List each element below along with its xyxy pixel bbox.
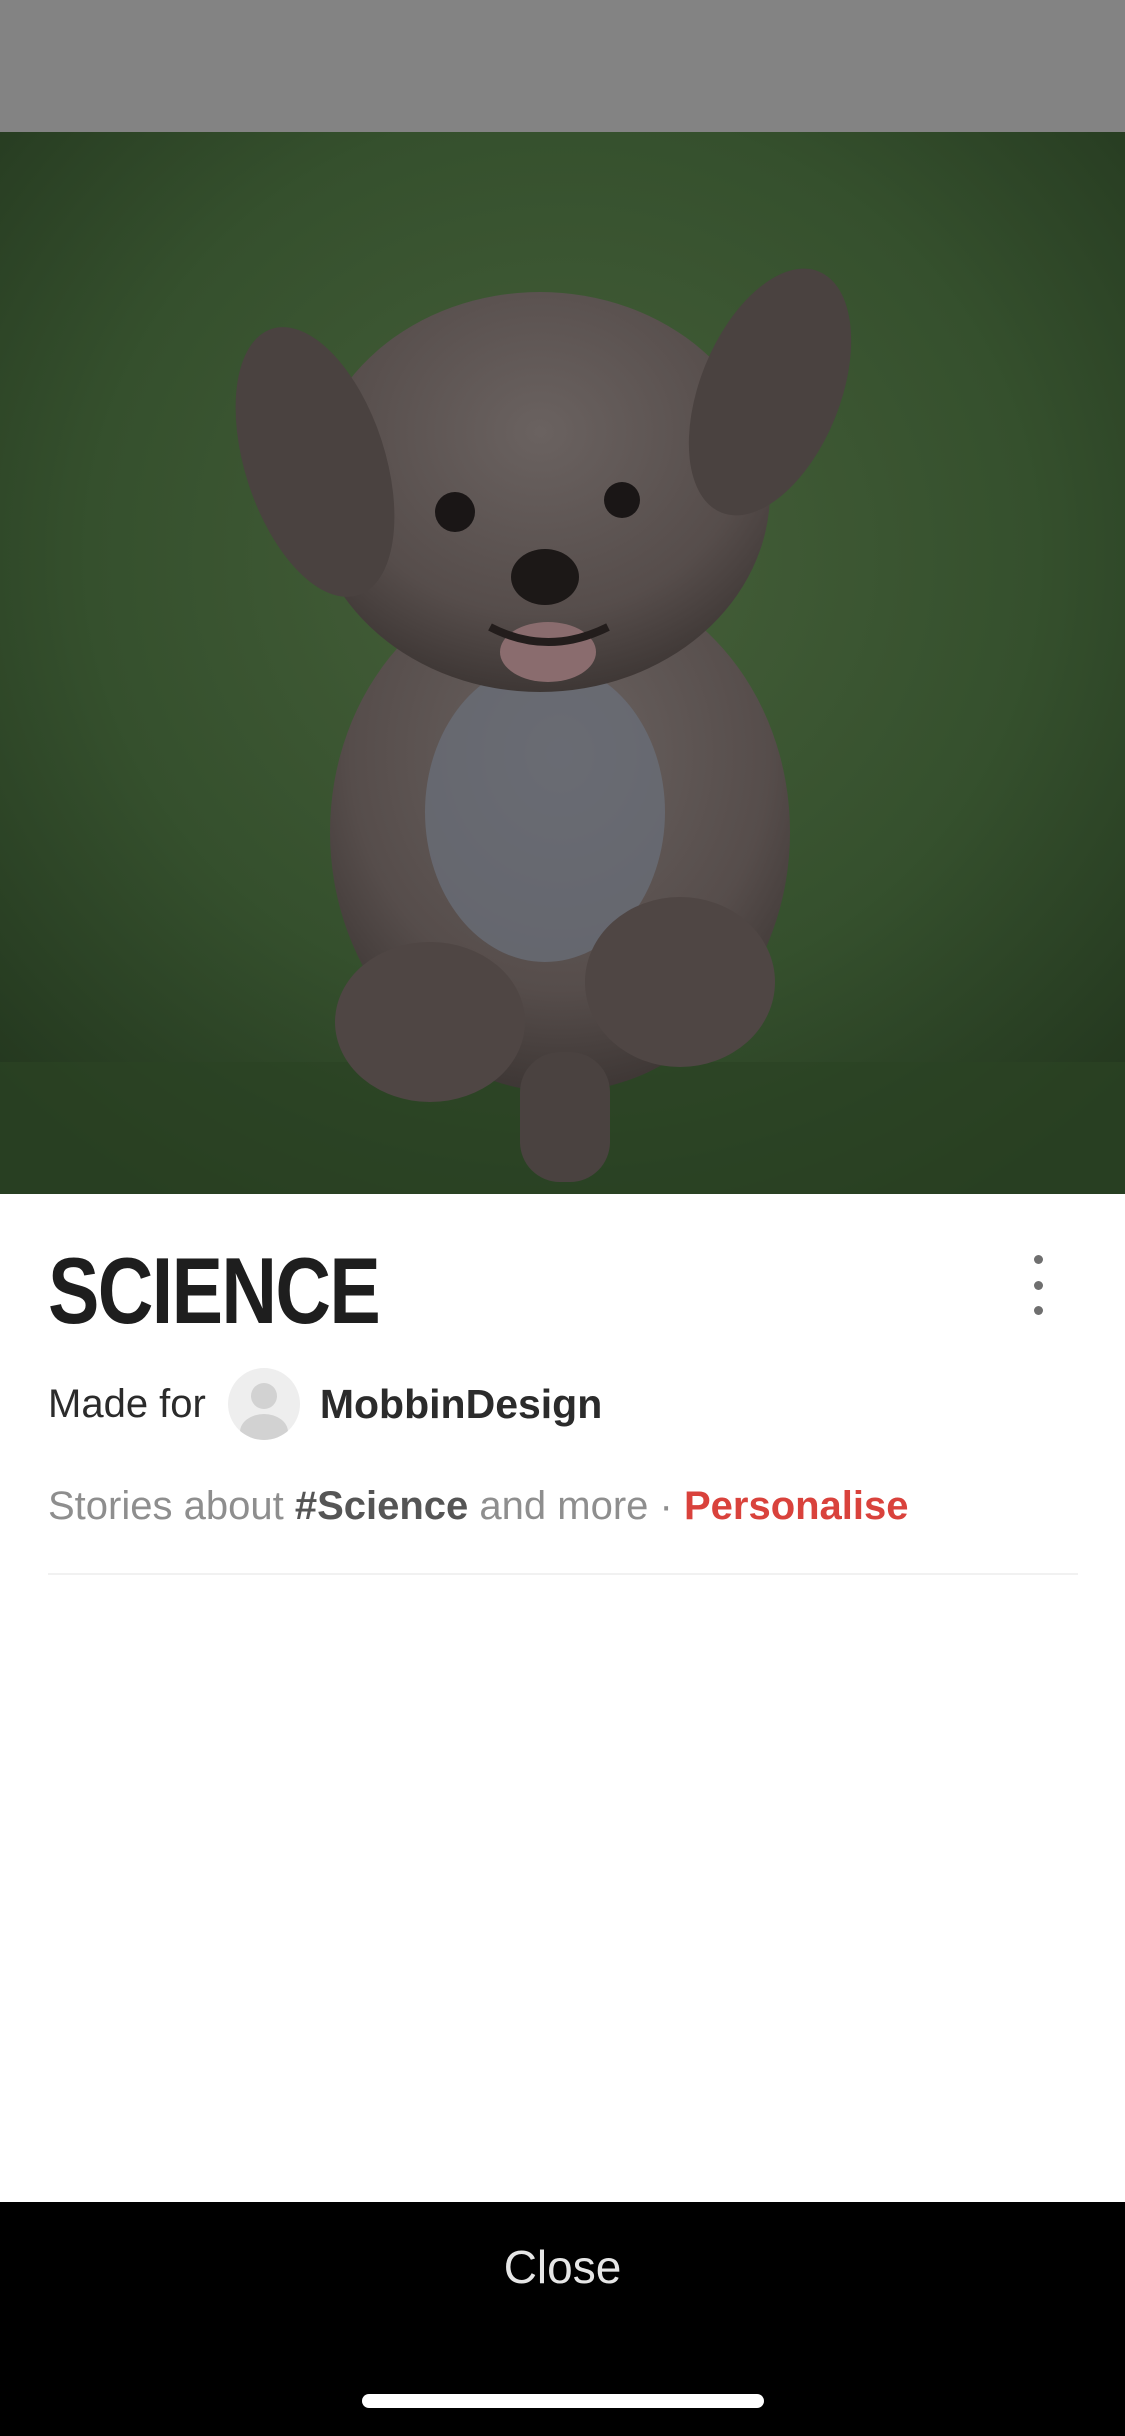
- description-line: Stories about #Science and more · Person…: [48, 1484, 909, 1529]
- science-tag[interactable]: #Science: [295, 1484, 468, 1528]
- close-button[interactable]: Close: [0, 2202, 1125, 2332]
- user-avatar-icon[interactable]: [227, 1368, 300, 1440]
- more-options-button[interactable]: [1016, 1255, 1060, 1315]
- personalise-link[interactable]: Personalise: [684, 1484, 909, 1528]
- dog-photo: [0, 132, 1125, 1194]
- made-for-label: Made for: [48, 1381, 206, 1426]
- description-prefix: Stories about: [48, 1484, 295, 1528]
- made-for-row: Made for MobbinDesign: [48, 1368, 602, 1440]
- user-name-link[interactable]: MobbinDesign: [320, 1381, 602, 1428]
- hero-image: [0, 132, 1125, 1194]
- home-indicator: [362, 2394, 764, 2408]
- status-bar: [0, 0, 1125, 132]
- divider: [48, 1573, 1078, 1575]
- page-title: SCIENCE: [48, 1238, 381, 1343]
- description-middle: and more ·: [468, 1484, 684, 1528]
- more-vertical-icon: [1033, 1255, 1043, 1264]
